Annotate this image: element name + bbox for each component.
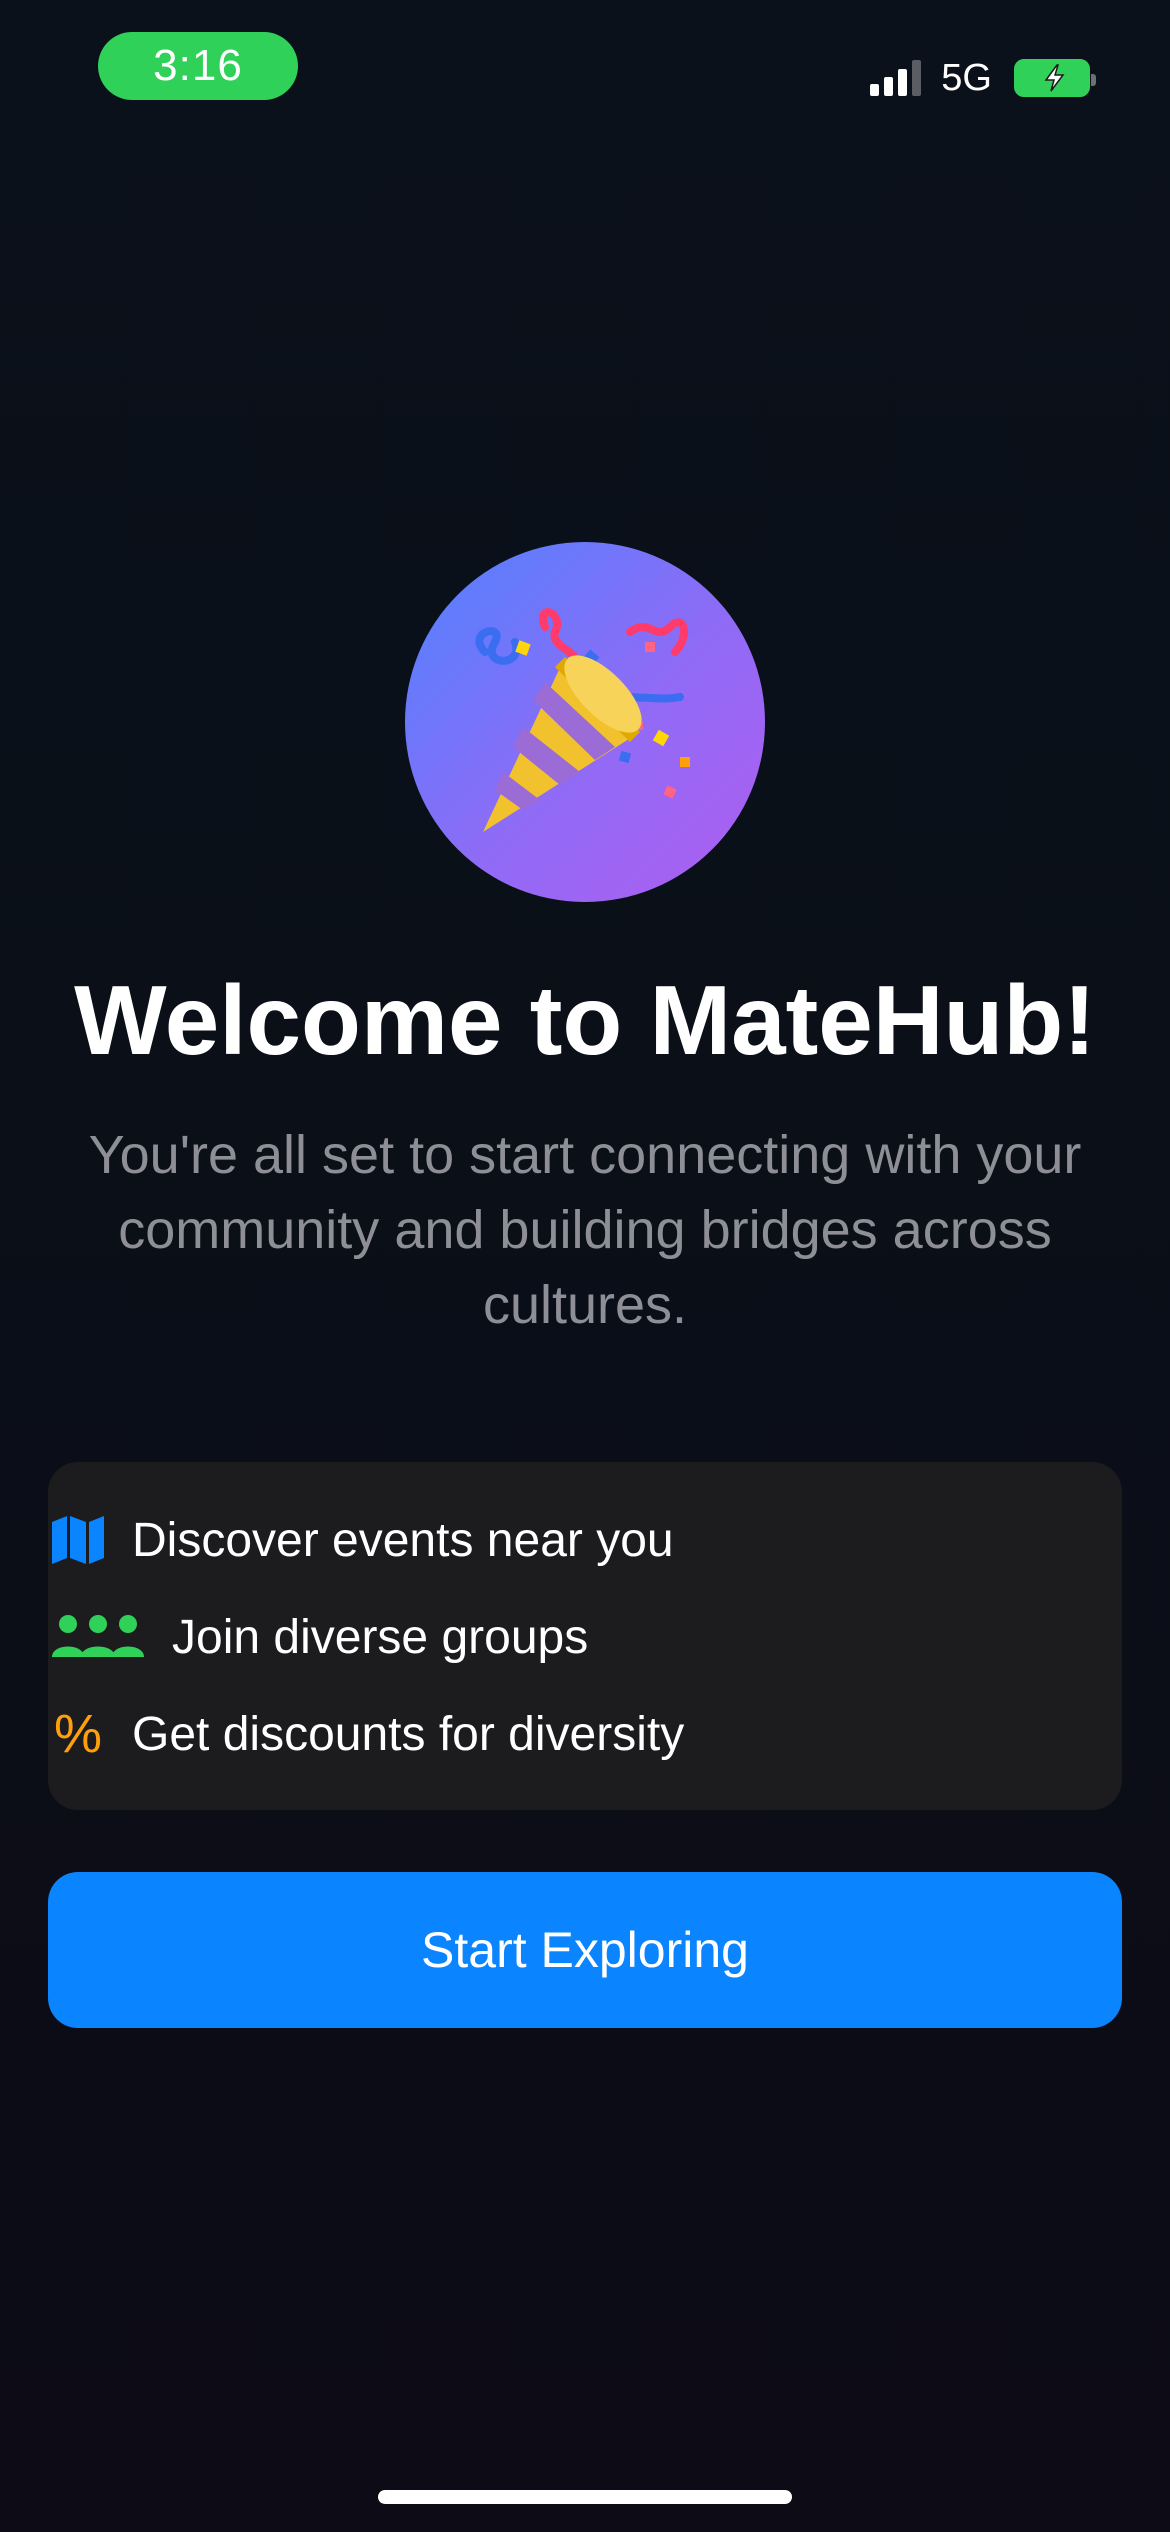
feature-label-groups: Join diverse groups: [172, 1610, 589, 1664]
welcome-title: Welcome to MateHub!: [74, 965, 1096, 1075]
hero-icon-circle: [405, 542, 765, 902]
feature-label-discounts: Get discounts for diversity: [132, 1707, 685, 1761]
status-indicators: 5G: [870, 56, 1096, 100]
home-indicator[interactable]: [378, 2490, 792, 2504]
feature-item-groups: Join diverse groups: [50, 1602, 588, 1672]
welcome-subtitle: You're all set to start connecting with …: [88, 1125, 1082, 1335]
feature-label-events: Discover events near you: [132, 1513, 674, 1567]
party-popper-icon: [475, 608, 690, 832]
battery-charging-icon: [1014, 59, 1096, 97]
network-type: 5G: [941, 56, 992, 99]
start-exploring-button[interactable]: Start Exploring: [48, 1872, 1122, 2028]
people-group-icon: [52, 1615, 144, 1657]
status-time-pill[interactable]: 3:16: [98, 32, 298, 100]
signal-bars-icon: [870, 60, 922, 96]
feature-item-events: Discover events near you: [50, 1505, 674, 1575]
feature-item-discounts: % Get discounts for diversity: [50, 1699, 684, 1769]
welcome-screen: 3:16 5G Welcome to MateHub! You're all s…: [0, 0, 1170, 2532]
start-exploring-label: Start Exploring: [421, 1922, 749, 1978]
status-time: 3:16: [153, 41, 243, 90]
percent-icon: %: [53, 1704, 102, 1764]
map-icon: [52, 1516, 104, 1564]
